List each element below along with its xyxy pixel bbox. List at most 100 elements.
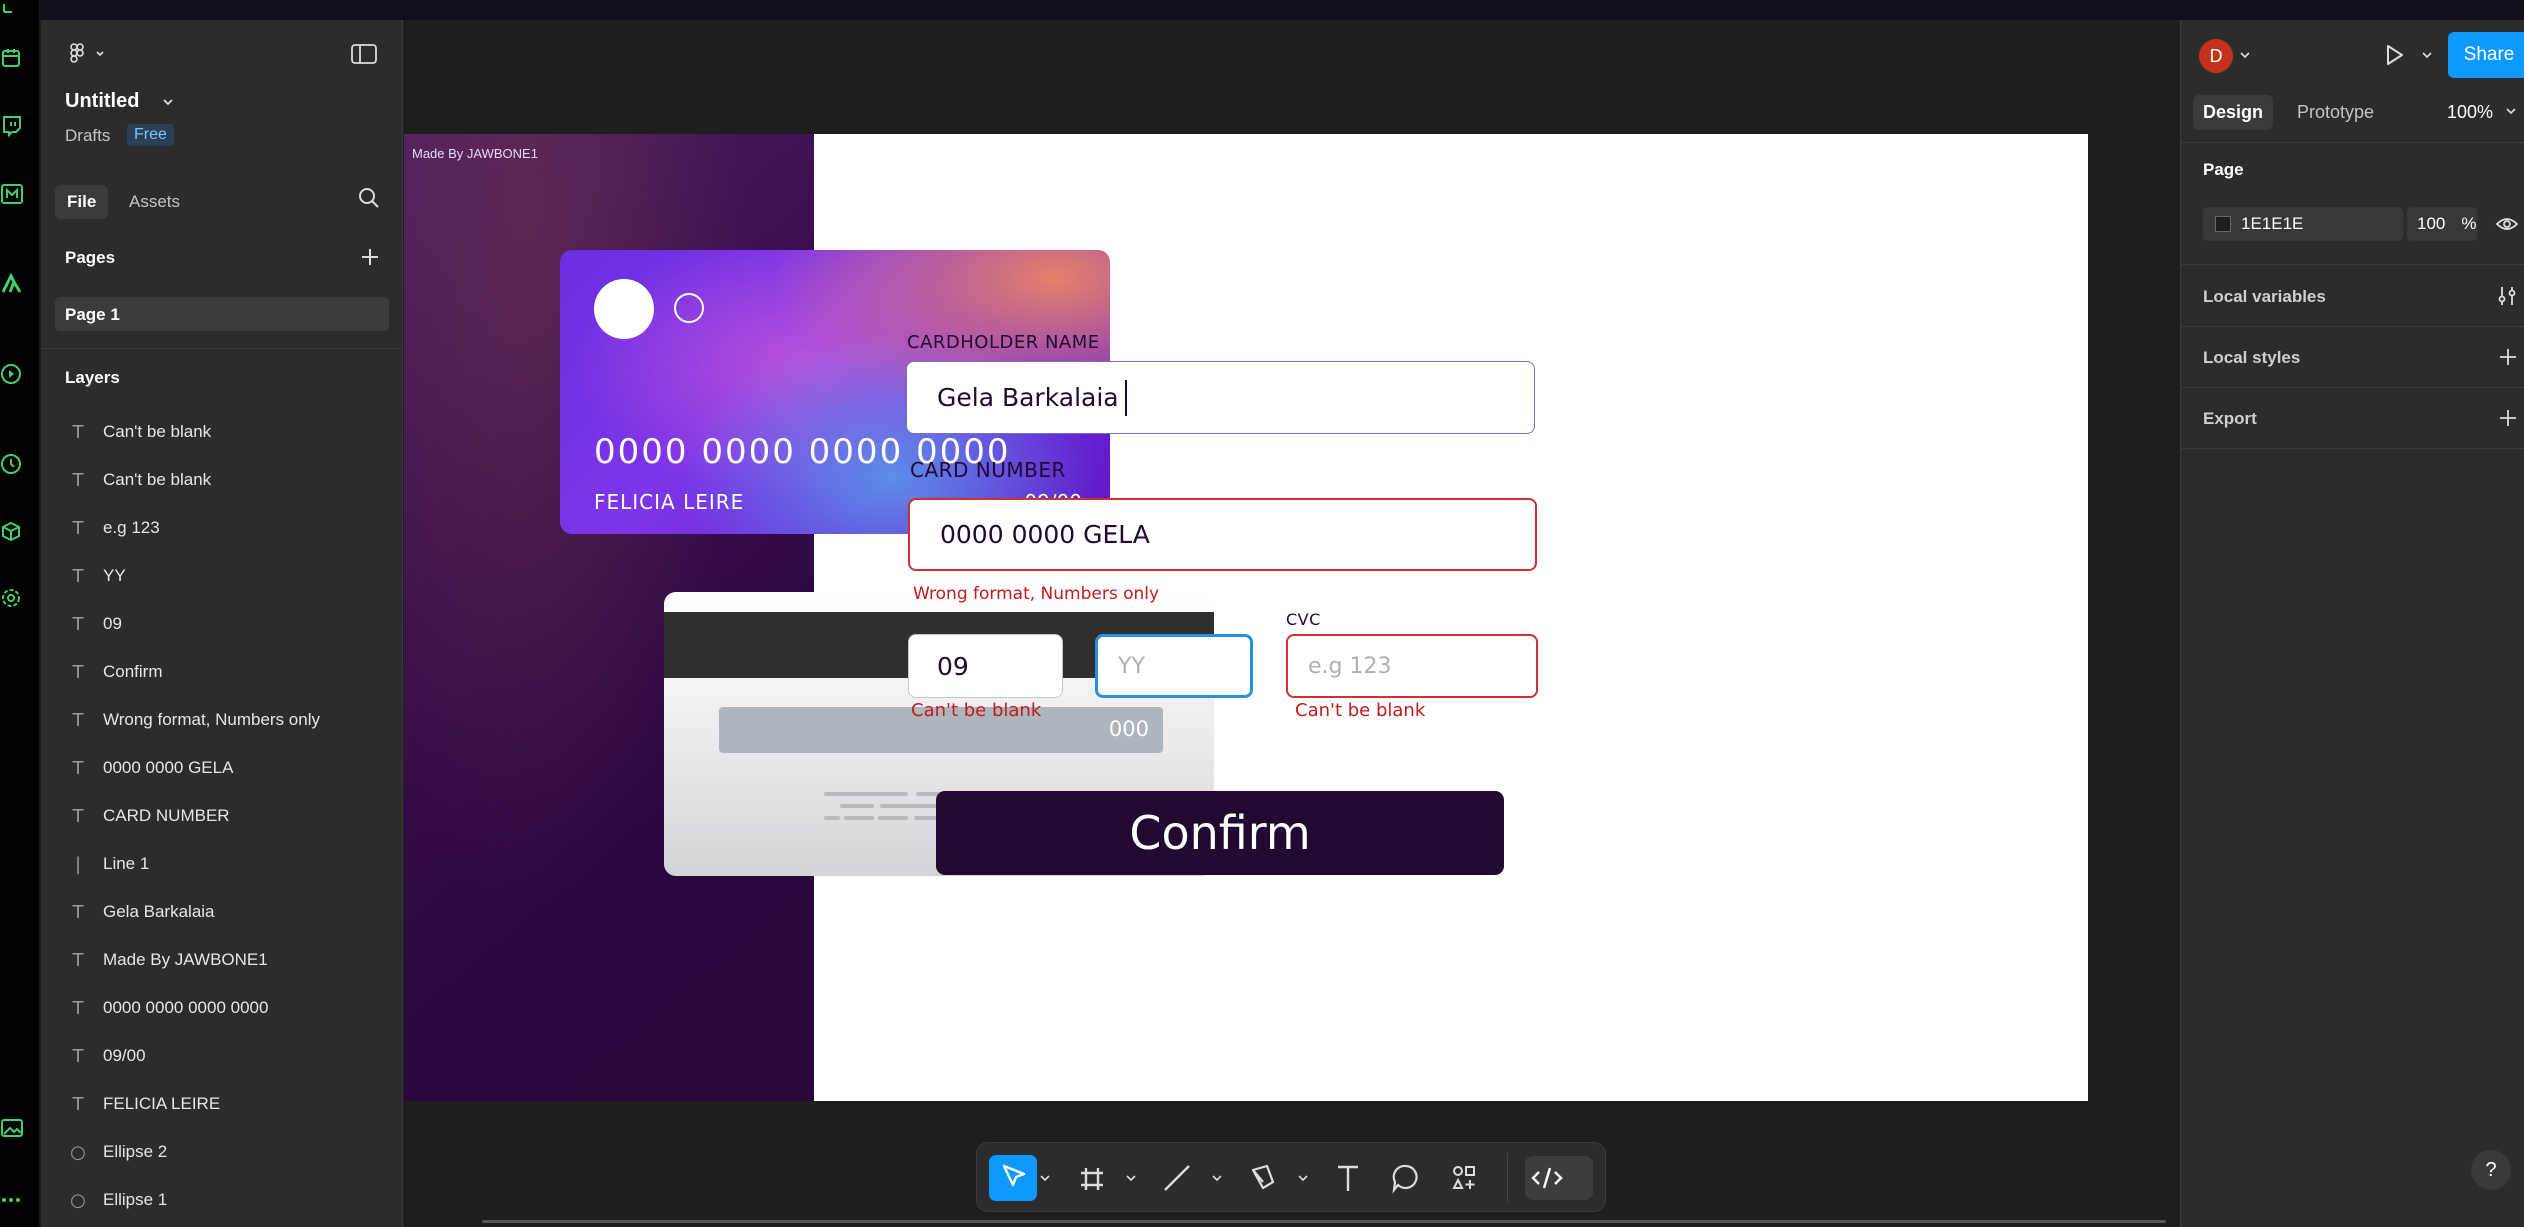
month-error: Can't be blank [911,700,1042,721]
chevron-down-icon[interactable] [1125,1173,1137,1183]
design-frame[interactable]: Made By JAWBONE1 0000 0000 0000 0000 FEL… [404,134,2088,1101]
local-variables-label[interactable]: Local variables [2203,287,2326,307]
chevron-down-icon[interactable] [1297,1173,1309,1183]
layer-label: Can't be blank [103,422,212,441]
card-number-label: CARD NUMBER [910,458,1066,482]
text-icon: T [72,997,84,1019]
page-item-1[interactable]: Page 1 [55,297,389,331]
help-button[interactable]: ? [2471,1150,2511,1190]
layer-row[interactable]: T Can't be blank [55,460,389,500]
month-value: 09 [937,651,969,681]
local-styles-label[interactable]: Local styles [2203,348,2300,368]
dev-mode-toggle[interactable] [1525,1156,1593,1200]
export-label[interactable]: Export [2203,409,2257,429]
top-strip [0,0,2524,20]
text-icon: T [72,1045,84,1067]
actions-tool-icon[interactable] [1449,1156,1479,1200]
year-input[interactable]: YY [1095,634,1253,698]
made-by-text: Made By JAWBONE1 [412,146,538,161]
add-style-icon[interactable] [2497,346,2519,368]
zoom-level[interactable]: 100% [2447,102,2493,123]
avatar[interactable]: D [2199,39,2233,73]
image-icon[interactable] [0,1116,24,1140]
variables-icon[interactable] [2497,284,2519,308]
page-opacity-field[interactable]: 100 % [2407,207,2477,241]
layer-row[interactable]: ○ Ellipse 1 [55,1180,389,1220]
ellipse-2 [674,293,704,323]
twitch-icon[interactable] [0,114,24,138]
add-export-icon[interactable] [2497,407,2519,429]
play-circle-icon[interactable] [0,362,24,386]
cardholder-input[interactable]: Gela Barkalaia [906,361,1535,434]
present-play-icon[interactable] [2381,42,2407,68]
pen-tool-icon[interactable] [1247,1156,1279,1200]
add-page-icon[interactable] [359,246,381,268]
layer-label: Line 1 [103,854,150,873]
sidebar-toggle-icon[interactable] [351,44,377,64]
horizontal-scrollbar[interactable] [482,1220,2166,1223]
a-logo-icon[interactable] [0,272,24,296]
chevron-down-icon[interactable] [2505,106,2517,116]
move-tool[interactable] [989,1155,1037,1201]
tab-design[interactable]: Design [2193,95,2274,130]
text-icon: T [72,661,84,683]
layer-row[interactable]: T FELICIA LEIRE [55,1084,389,1124]
chevron-down-icon[interactable] [1211,1173,1223,1183]
month-input[interactable]: 09 [908,634,1063,698]
layer-row[interactable]: T Made By JAWBONE1 [55,940,389,980]
rail-partial-icon[interactable] [0,2,24,26]
layer-row[interactable]: | Line 1 [55,844,389,884]
color-swatch[interactable] [2215,216,2231,232]
visibility-eye-icon[interactable] [2495,213,2519,235]
layer-row[interactable]: Te.g 123 [55,508,389,548]
chevron-down-icon[interactable] [161,96,175,108]
file-name[interactable]: Untitled [65,90,139,113]
layer-row[interactable]: T Confirm [55,652,389,692]
layer-row[interactable]: T 09 [55,604,389,644]
layer-label: Wrong format, Numbers only [103,710,320,729]
layer-label: e.g 123 [103,518,160,537]
layer-row[interactable]: T Can't be blank [55,412,389,452]
search-icon[interactable] [357,186,381,210]
layer-row[interactable]: T CARD NUMBER [55,796,389,836]
drafts-label[interactable]: Drafts [65,126,110,146]
layer-label: 09 [103,614,122,633]
layer-row[interactable]: T 0000 0000 GELA [55,748,389,788]
layer-row[interactable]: T YY [55,556,389,596]
layer-row[interactable]: T 09/00 [55,1036,389,1076]
cardholder-value: Gela Barkalaia [937,383,1119,412]
layer-label: 09/00 [103,1046,146,1065]
card-number-input[interactable]: 0000 0000 GELA [908,498,1537,571]
m-box-icon[interactable] [0,182,24,206]
layer-row[interactable]: T Wrong format, Numbers only [55,700,389,740]
figma-menu-icon[interactable] [65,42,109,66]
tab-file[interactable]: File [55,185,109,219]
layer-row[interactable]: ○ Ellipse 2 [55,1132,389,1172]
chevron-down-icon[interactable] [2239,50,2251,60]
divider [2181,326,2524,327]
line-tool-icon[interactable] [1161,1156,1193,1200]
layer-row[interactable]: T Gela Barkalaia [55,892,389,932]
calendar-icon[interactable] [0,46,24,70]
tab-prototype[interactable]: Prototype [2287,95,2384,130]
chevron-down-icon[interactable] [2421,50,2433,60]
frame-tool-icon[interactable] [1077,1156,1107,1200]
text-tool-icon[interactable] [1333,1156,1363,1200]
cube-icon[interactable] [0,520,24,544]
right-panel: D Share Design Prototype 100% Page 1E1E1… [2180,20,2524,1227]
layer-row[interactable]: T 0000 0000 0000 0000 [55,988,389,1028]
layer-label: FELICIA LEIRE [103,1094,221,1113]
chevron-down-icon[interactable] [1039,1173,1051,1183]
clock-icon[interactable] [0,452,24,476]
share-button[interactable]: Share [2448,32,2524,78]
page-color-field[interactable]: 1E1E1E [2203,207,2403,241]
layer-label: 0000 0000 0000 0000 [103,998,269,1017]
tab-assets[interactable]: Assets [117,185,192,219]
text-icon: T [72,949,84,971]
cvc-input[interactable]: e.g 123 [1286,634,1538,698]
confirm-button[interactable]: Confirm [936,791,1504,875]
more-dots-icon[interactable] [0,1188,24,1212]
comment-tool-icon[interactable] [1391,1156,1421,1200]
bottom-toolbar [976,1142,1606,1212]
settings-icon[interactable] [0,586,24,610]
